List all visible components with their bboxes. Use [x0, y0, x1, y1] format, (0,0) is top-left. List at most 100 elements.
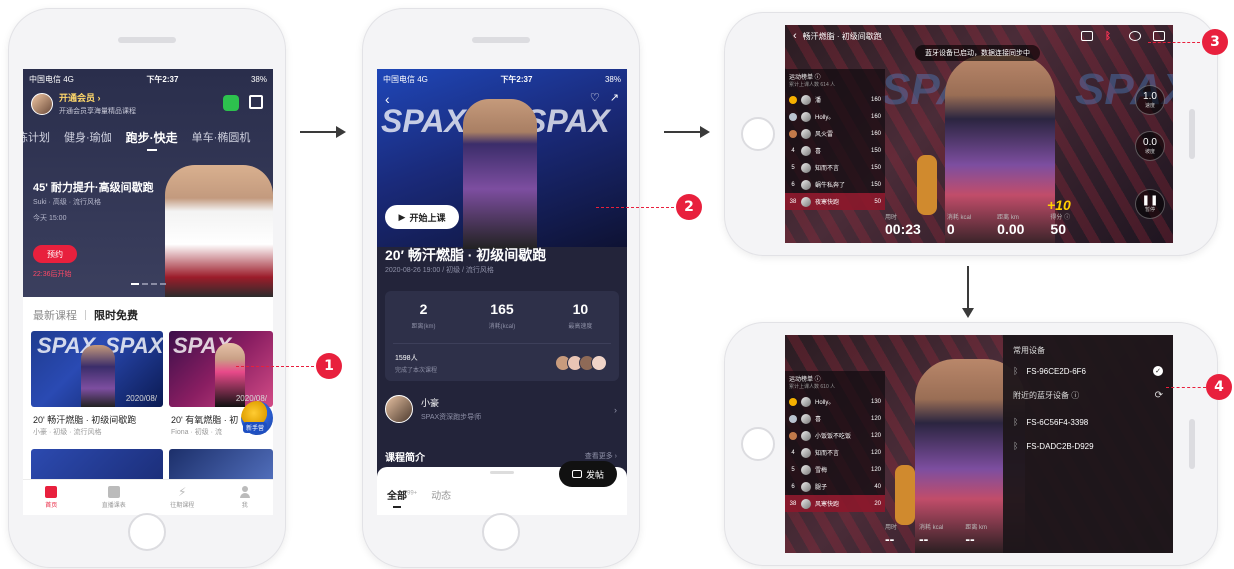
bronze-medal-icon: [789, 431, 797, 440]
drag-handle[interactable]: [490, 471, 514, 474]
record-icon[interactable]: [1129, 31, 1141, 41]
phone-frame-4: 运动榜单 ⓘ 累计上课人数 610 人 Holly。 130 喜 120 小饭饭不吃饭…: [724, 322, 1218, 566]
device-item-connected[interactable]: ᛒ FS-96CE2D-6F6 ✓: [1013, 366, 1163, 376]
participant-count: 1598人: [395, 355, 418, 362]
avatar: [385, 395, 413, 423]
pause-icon: ❚❚: [1141, 195, 1159, 206]
heart-icon[interactable]: ♡: [590, 91, 600, 104]
tab-home[interactable]: 首页: [45, 486, 57, 509]
refresh-icon[interactable]: ⟳: [1155, 390, 1163, 401]
annotation-line: [236, 366, 314, 367]
leaderboard-row-me: 38 风寒快跑 20: [785, 495, 885, 512]
phone-speaker: [472, 37, 530, 43]
back-icon[interactable]: ‹: [793, 30, 797, 42]
start-class-button[interactable]: ▶ 开始上课: [385, 205, 459, 229]
tab-feed[interactable]: 动态: [431, 487, 451, 502]
phone-home-button: [741, 427, 775, 461]
course-thumbnail[interactable]: SPAX 2020/08/: [169, 331, 273, 407]
step-marker-2: 2: [676, 194, 702, 220]
course-meta: Fiona · 初级 · 流: [171, 429, 222, 436]
phone-speaker: [1189, 419, 1195, 469]
see-more-link[interactable]: 查看更多 ›: [585, 451, 617, 461]
scan-icon[interactable]: [249, 95, 263, 109]
leaderboard-row: 4 喜 150: [791, 145, 881, 156]
chevron-right-icon: ›: [614, 405, 617, 415]
bottom-tabbar: 首页 直播课表 ⚡ 往期课程 我: [23, 479, 273, 515]
tab-past-courses[interactable]: ⚡ 往期课程: [170, 486, 194, 509]
leaderboard-row: 小饭饭不吃饭 120: [785, 427, 885, 444]
leaderboard-row: 6 腿子 40: [791, 481, 881, 492]
incline-control[interactable]: 0.0 坡度: [1135, 131, 1165, 161]
stat-calories: 消耗 kcal --: [919, 525, 944, 547]
carousel-dots: [131, 283, 166, 285]
leaderboard-row: Holly。 130: [785, 393, 885, 410]
bluetooth-device-screen: 运动榜单 ⓘ 累计上课人数 610 人 Holly。 130 喜 120 小饭饭不吃饭…: [785, 335, 1173, 553]
person-icon: [239, 486, 251, 498]
common-devices-heading: 常用设备: [1013, 346, 1045, 355]
coach-entry[interactable]: 小豪 SPAX资深跑步导师: [385, 395, 481, 423]
annotation-line: [1166, 387, 1206, 388]
tab-fitness-yoga[interactable]: 健身·瑜伽: [64, 129, 112, 146]
avatar: [31, 92, 53, 115]
tab-running[interactable]: 跑步·快走: [126, 129, 178, 146]
tutorial-canvas: 中国电信 4G 下午2:37 38% 开通会员 › 开通会员享海量精品课程 练计…: [0, 0, 1234, 569]
stat-time: 用时 --: [885, 525, 898, 547]
stat-max-speed: 10 最高速度: [568, 301, 593, 330]
tab-bike[interactable]: 单车·椭圆机: [192, 129, 251, 146]
tab-live-schedule[interactable]: 直播课表: [102, 486, 126, 509]
share-icon[interactable]: ↗: [610, 91, 619, 104]
section-free[interactable]: 限时免费: [94, 307, 138, 323]
coach-photo: [463, 99, 537, 249]
bluetooth-icon[interactable]: ᛒ: [1105, 31, 1117, 42]
step-marker-4: 4: [1206, 374, 1232, 400]
leaderboard-subtitle: 累计上课人数 614 人: [789, 82, 836, 88]
stat-distance: 2 距离(km): [411, 301, 436, 330]
leaderboard-title: 运动榜单 ⓘ: [789, 377, 821, 383]
back-icon[interactable]: ‹: [385, 91, 390, 107]
stat-score: 得分 ⓘ 50: [1050, 215, 1071, 237]
bluetooth-device-panel: 常用设备 ᛒ FS-96CE2D-6F6 ✓ 附近的蓝牙设备 ⓘ ⟳ ᛒ FS-…: [1003, 335, 1173, 553]
annotation-line: [1148, 42, 1200, 43]
section-latest[interactable]: 最新课程: [33, 307, 77, 323]
phone-home-button: [482, 513, 520, 551]
bluetooth-toast: 蓝牙设备已启动，数据连接同步中: [915, 45, 1040, 61]
device-item[interactable]: ᛒ FS-6C56F4-3398: [1013, 417, 1163, 427]
leaderboard-row: 风火雷 160: [785, 125, 885, 142]
newbie-badge[interactable]: 新手营: [241, 401, 273, 435]
pause-button[interactable]: ❚❚ 暂停: [1135, 189, 1165, 219]
leaderboard-row: 5 雪梅 120: [791, 464, 881, 475]
stat-calories: 165 消耗(kcal): [488, 301, 516, 330]
tab-plan[interactable]: 练计划: [23, 129, 50, 146]
reserve-button[interactable]: 预约: [33, 245, 77, 263]
stat-time: 用时 00:23: [885, 215, 921, 237]
bluetooth-icon: ᛒ: [1013, 417, 1019, 427]
gold-medal-icon: [789, 95, 797, 104]
participant-caption: 完成了本次课程: [395, 368, 438, 374]
course-title: 20' 畅汗燃脂 · 初级间歇跑: [33, 415, 137, 425]
phone-speaker: [1189, 109, 1195, 159]
speed-control[interactable]: 1.0 速度: [1135, 85, 1165, 115]
countdown-text: 22:36后开始: [33, 271, 72, 278]
participant-avatars[interactable]: [555, 355, 607, 371]
member-title: 开通会员 ›: [59, 93, 101, 103]
tv-cast-icon[interactable]: [1153, 31, 1165, 41]
tab-me[interactable]: 我: [239, 486, 251, 509]
leaderboard-row: 5 知而不言 150: [791, 162, 881, 173]
coach-name: 小豪: [421, 398, 440, 408]
status-bar: 中国电信 4G 下午2:37 38%: [383, 74, 621, 84]
wechat-icon[interactable]: [223, 95, 239, 111]
tab-all[interactable]: 全部99+: [387, 487, 417, 508]
fullscreen-icon[interactable]: [1081, 31, 1093, 41]
phone-home-button: [128, 513, 166, 551]
leaderboard-row: 喜 120: [785, 410, 885, 427]
bolt-icon: ⚡: [178, 485, 187, 499]
leaderboard-row: 4 知而不言 120: [791, 447, 881, 458]
member-entry[interactable]: 开通会员 › 开通会员享海量精品课程: [31, 91, 136, 116]
phone-home-button: [741, 117, 775, 151]
course-thumbnail[interactable]: SPAX SPAX 2020/08/: [31, 331, 163, 407]
bluetooth-icon: ᛒ: [1013, 366, 1019, 376]
silver-medal-icon: [789, 414, 797, 423]
post-button[interactable]: 发帖: [559, 461, 617, 487]
workout-stats: 用时 -- 消耗 kcal -- 距离 km --: [885, 522, 987, 547]
device-item[interactable]: ᛒ FS-DADC2B-D929: [1013, 441, 1163, 451]
